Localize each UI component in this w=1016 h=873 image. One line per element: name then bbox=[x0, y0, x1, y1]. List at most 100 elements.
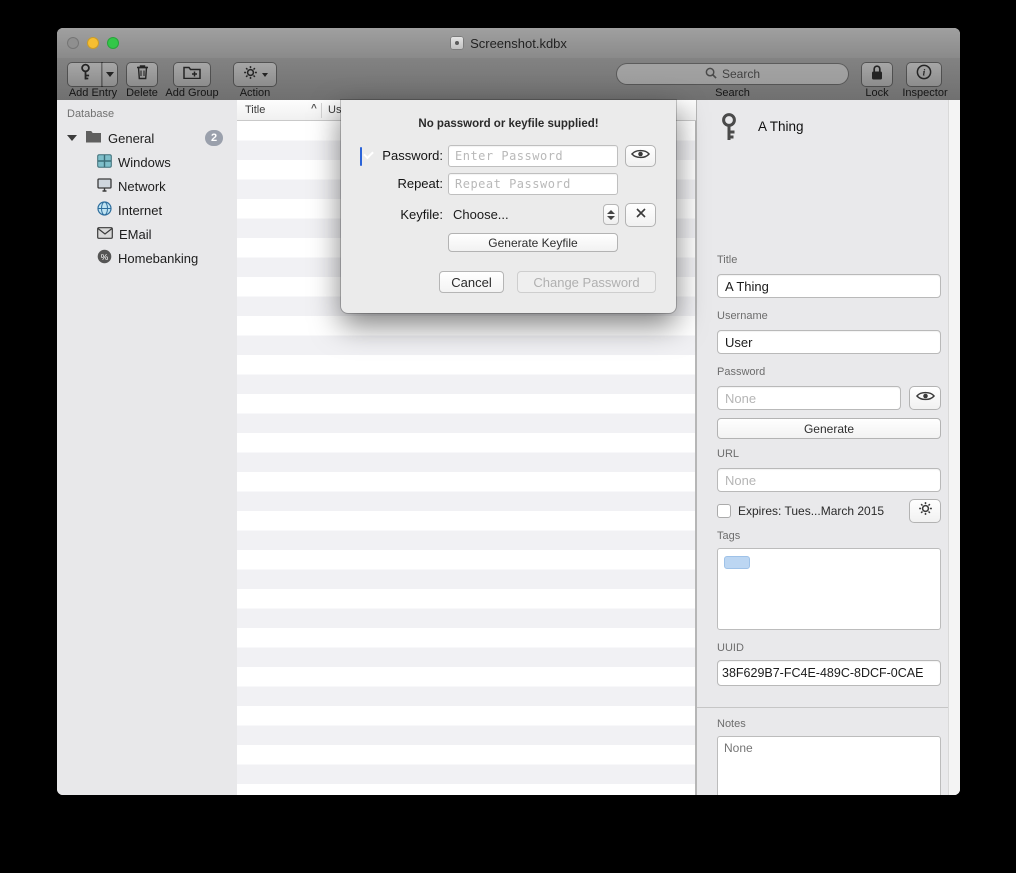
clear-icon bbox=[635, 206, 647, 224]
inspector-panel: A Thing General Files Custom Autotype Ti… bbox=[696, 100, 960, 795]
delete-label: Delete bbox=[123, 87, 161, 99]
gear-icon bbox=[918, 501, 933, 521]
username-field[interactable] bbox=[717, 330, 941, 354]
stepper-icon[interactable] bbox=[603, 204, 619, 225]
add-group-icon bbox=[183, 65, 201, 84]
add-entry-button[interactable] bbox=[68, 63, 102, 86]
lock-icon bbox=[870, 64, 884, 86]
reveal-password-button[interactable] bbox=[625, 145, 656, 167]
tag-chip[interactable] bbox=[724, 556, 750, 569]
notes-field[interactable] bbox=[717, 736, 941, 795]
uuid-field[interactable] bbox=[717, 660, 941, 686]
search-label: Search bbox=[617, 87, 848, 99]
homebanking-icon: % bbox=[97, 249, 112, 267]
notes-label: Notes bbox=[717, 718, 746, 730]
entry-count-badge: 2 bbox=[205, 130, 223, 146]
eye-icon bbox=[916, 389, 935, 407]
close-button[interactable] bbox=[67, 37, 79, 49]
dialog-message: No password or keyfile supplied! bbox=[341, 118, 676, 130]
app-window: Screenshot.kdbx Add Entry Delete Add Gro bbox=[57, 28, 960, 795]
keyfile-label: Keyfile: bbox=[377, 207, 443, 222]
reveal-password-button[interactable] bbox=[909, 386, 941, 410]
generate-keyfile-label: Generate Keyfile bbox=[488, 236, 577, 250]
add-group-button[interactable] bbox=[174, 63, 210, 86]
inspector-button[interactable]: i bbox=[907, 63, 941, 86]
url-field-label: URL bbox=[717, 448, 739, 460]
change-password-dialog: No password or keyfile supplied! Passwor… bbox=[341, 100, 676, 313]
svg-text:%: % bbox=[101, 252, 109, 262]
group-label: Internet bbox=[118, 203, 162, 218]
sort-indicator-icon: ^ bbox=[311, 103, 317, 114]
chevron-down-icon bbox=[106, 72, 114, 77]
inspector-label: Inspector bbox=[897, 87, 953, 99]
expires-settings-button[interactable] bbox=[909, 499, 941, 523]
expires-checkbox[interactable] bbox=[717, 504, 731, 518]
password-label: Password: bbox=[377, 148, 443, 163]
sidebar-item-homebanking[interactable]: % Homebanking bbox=[57, 246, 237, 270]
action-label: Action bbox=[234, 87, 276, 99]
password-field[interactable] bbox=[717, 386, 901, 410]
cancel-button[interactable]: Cancel bbox=[439, 271, 504, 293]
sidebar-item-email[interactable]: EMail bbox=[57, 222, 237, 246]
lock-button[interactable] bbox=[862, 63, 892, 86]
add-entry-menu-button[interactable] bbox=[102, 63, 117, 86]
password-input[interactable] bbox=[448, 145, 618, 167]
eye-icon bbox=[631, 147, 650, 165]
group-label: General bbox=[108, 131, 154, 146]
generate-keyfile-button[interactable]: Generate Keyfile bbox=[448, 233, 618, 252]
email-icon bbox=[97, 227, 113, 242]
group-label: Homebanking bbox=[118, 251, 198, 266]
action-button[interactable] bbox=[234, 63, 276, 86]
inspector-icon: i bbox=[916, 64, 932, 85]
windows-icon bbox=[97, 154, 112, 171]
divider bbox=[697, 707, 960, 708]
internet-icon bbox=[97, 201, 112, 219]
group-label: Windows bbox=[118, 155, 171, 170]
key-icon bbox=[718, 112, 740, 147]
url-field[interactable] bbox=[717, 468, 941, 492]
minimize-button[interactable] bbox=[87, 37, 99, 49]
folder-icon bbox=[85, 130, 102, 146]
expires-label: Expires: Tues...March 2015 bbox=[738, 504, 884, 518]
group-label: Network bbox=[118, 179, 166, 194]
toolbar: Add Entry Delete Add Group Action bbox=[57, 59, 960, 101]
username-field-label: Username bbox=[717, 310, 768, 322]
title-field[interactable] bbox=[717, 274, 941, 298]
repeat-input[interactable] bbox=[448, 173, 618, 195]
search-icon bbox=[705, 67, 717, 82]
window-title-group: Screenshot.kdbx bbox=[450, 36, 567, 51]
inspector-scrollbar[interactable] bbox=[948, 100, 960, 795]
sidebar-item-internet[interactable]: Internet bbox=[57, 198, 237, 222]
clear-keyfile-button[interactable] bbox=[625, 203, 656, 227]
password-checkbox[interactable] bbox=[360, 147, 362, 166]
keyfile-popup-button[interactable]: Choose... bbox=[453, 207, 509, 222]
tags-box[interactable] bbox=[717, 548, 941, 630]
generate-password-button[interactable]: Generate bbox=[717, 418, 941, 439]
add-group-label: Add Group bbox=[163, 87, 221, 99]
disclosure-triangle-icon[interactable] bbox=[67, 135, 77, 141]
group-sidebar: Database General 2 Windows Network bbox=[57, 100, 238, 795]
action-gear-icon bbox=[243, 65, 258, 85]
delete-button[interactable] bbox=[127, 63, 157, 86]
generate-button-label: Generate bbox=[804, 422, 854, 436]
title-field-label: Title bbox=[717, 254, 737, 266]
title-bar[interactable]: Screenshot.kdbx bbox=[57, 28, 960, 59]
search-input[interactable]: Search bbox=[617, 64, 848, 84]
column-header-title[interactable]: Title bbox=[245, 104, 265, 116]
sidebar-item-general[interactable]: General 2 bbox=[57, 126, 237, 150]
network-icon bbox=[97, 178, 112, 195]
sidebar-item-windows[interactable]: Windows bbox=[57, 150, 237, 174]
cancel-label: Cancel bbox=[451, 275, 491, 290]
zoom-button[interactable] bbox=[107, 37, 119, 49]
change-password-button[interactable]: Change Password bbox=[517, 271, 656, 293]
password-field-label: Password bbox=[717, 366, 765, 378]
sidebar-item-network[interactable]: Network bbox=[57, 174, 237, 198]
checkmark-icon bbox=[363, 149, 374, 160]
tags-label: Tags bbox=[717, 530, 740, 542]
delete-icon bbox=[136, 64, 149, 85]
uuid-label: UUID bbox=[717, 642, 744, 654]
document-icon bbox=[450, 36, 464, 50]
column-divider[interactable] bbox=[321, 103, 322, 118]
group-label: EMail bbox=[119, 227, 152, 242]
change-password-label: Change Password bbox=[533, 275, 639, 290]
